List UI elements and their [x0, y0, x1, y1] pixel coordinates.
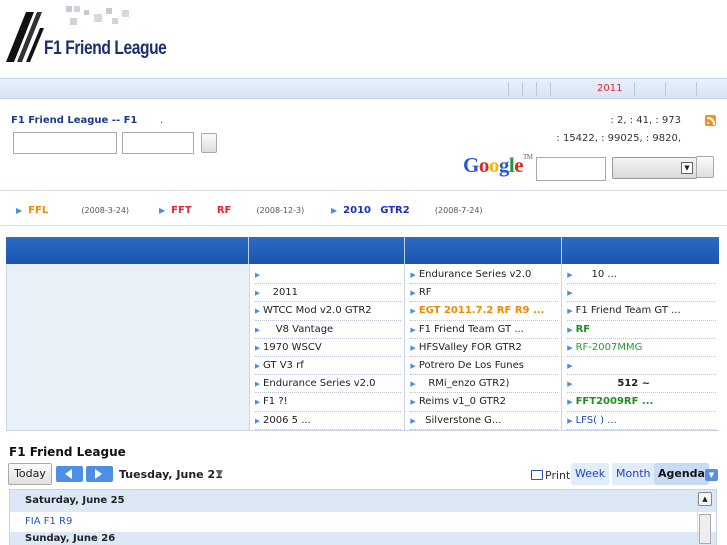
table-side-cell: [7, 264, 250, 430]
current-date: Tuesday, June 21: [119, 468, 223, 481]
rss-icon[interactable]: [705, 115, 716, 126]
arrow-right-icon: ▶: [331, 206, 338, 215]
today-button[interactable]: Today: [8, 463, 52, 485]
prev-period-button[interactable]: [56, 466, 83, 482]
login-button[interactable]: [201, 133, 217, 153]
table-header: [6, 237, 719, 264]
google-search-input[interactable]: [536, 157, 606, 181]
chevron-down-icon[interactable]: ▼: [705, 469, 718, 481]
news-label-suffix: RF: [216, 205, 232, 216]
list-item[interactable]: ▶ HFSValley FOR GTR2: [410, 339, 559, 357]
site-title-suffix: .: [160, 115, 164, 126]
agenda-event[interactable]: FIA F1 R9: [10, 512, 716, 532]
news-item-2010[interactable]: ▶ 2010 GTR2 (2008-7-24): [331, 205, 483, 216]
google-search-button[interactable]: [696, 156, 714, 178]
google-logo: GoogleTM: [463, 153, 533, 177]
print-icon: [531, 470, 543, 480]
list-item[interactable]: ▶ Endurance Series v2.0: [254, 375, 402, 394]
news-label-suffix: GTR2: [380, 205, 410, 216]
tab-month[interactable]: Month: [612, 463, 655, 485]
logo-text: F1 Friend League: [44, 38, 167, 59]
chevron-right-icon: [95, 469, 102, 479]
news-date: (2008-12-3): [256, 206, 305, 215]
list-item[interactable]: ▶ 10 ...: [567, 266, 716, 285]
list-item[interactable]: ▶ Endurance Series v2.0: [410, 266, 559, 285]
list-item[interactable]: ▶ FFT2009RF ...: [567, 393, 716, 412]
list-item[interactable]: ▶ 512 ~: [567, 375, 716, 394]
list-item[interactable]: ▶ RF: [567, 321, 716, 339]
table-column-2: ▶ Endurance Series v2.0 ▶ RF ▶ EGT 2011.7.2…: [405, 264, 563, 430]
google-tm: TM: [523, 153, 533, 161]
news-label: FFL: [28, 205, 49, 216]
list-item[interactable]: ▶ LFS( ) ...: [567, 412, 716, 430]
divider: [0, 190, 727, 191]
chevron-left-icon: [65, 469, 72, 479]
site-stats-line2: : 15422, : 99025, : 9820,: [556, 133, 681, 144]
google-search-scope-select[interactable]: ▼: [612, 157, 697, 179]
list-item[interactable]: ▶ V8 Vantage: [254, 321, 402, 339]
username-input[interactable]: [13, 132, 117, 154]
list-item[interactable]: ▶ RMi_enzo GTR2): [410, 375, 559, 394]
news-item-fft[interactable]: ▶ FFT RF (2008-12-3): [159, 205, 304, 216]
download-table: ▶ ▶ 2011 ▶ WTCC Mod v2.0 GTR2 ▶ V8 Vantag…: [6, 237, 719, 431]
list-item[interactable]: ▶ 1970 WSCV: [254, 339, 402, 357]
divider: [0, 225, 727, 226]
list-item[interactable]: ▶: [567, 357, 716, 376]
list-item[interactable]: ▶ F1 Friend Team GT ...: [410, 321, 559, 339]
next-period-button[interactable]: [86, 466, 113, 482]
list-item[interactable]: ▶: [567, 284, 716, 303]
tab-agenda[interactable]: Agenda: [654, 463, 709, 485]
site-logo[interactable]: F1 Friend League: [4, 4, 167, 64]
nav-item-year[interactable]: 2011: [597, 83, 622, 94]
list-item[interactable]: ▶ 2006 5 ...: [254, 412, 402, 430]
agenda-scrollbar[interactable]: ▲: [697, 492, 712, 545]
news-date: (2008-3-24): [81, 206, 130, 215]
print-label: Print: [545, 469, 571, 482]
arrow-right-icon: ▶: [159, 206, 166, 215]
calendar-title: F1 Friend League: [9, 445, 126, 459]
news-label: FFT: [171, 205, 192, 216]
list-item[interactable]: ▶ RF: [410, 284, 559, 303]
agenda-day-heading: Sunday, June 26: [10, 532, 716, 545]
table-body: ▶ ▶ 2011 ▶ WTCC Mod v2.0 GTR2 ▶ V8 Vantag…: [6, 264, 719, 431]
date-picker-dropdown[interactable]: ▼: [216, 469, 223, 479]
list-item[interactable]: ▶ WTCC Mod v2.0 GTR2: [254, 302, 402, 321]
list-item[interactable]: ▶ Silverstone G...: [410, 412, 559, 430]
list-item[interactable]: ▶ RF-2007MMG: [567, 339, 716, 357]
site-title: F1 Friend League -- F1: [11, 115, 138, 126]
agenda-panel: Saturday, June 25 FIA F1 R9 Sunday, June…: [9, 489, 717, 545]
list-item[interactable]: ▶ Potrero De Los Funes: [410, 357, 559, 376]
list-item[interactable]: ▶ Reims v1_0 GTR2: [410, 393, 559, 412]
table-column-1: ▶ ▶ 2011 ▶ WTCC Mod v2.0 GTR2 ▶ V8 Vantag…: [250, 264, 406, 430]
list-item[interactable]: ▶ GT V3 rf: [254, 357, 402, 376]
scroll-thumb[interactable]: [699, 514, 711, 544]
nav-separators: [508, 82, 564, 96]
password-input[interactable]: [122, 132, 194, 154]
list-item-highlight[interactable]: ▶ EGT 2011.7.2 RF R9 ...: [410, 302, 559, 321]
news-date: (2008-7-24): [434, 206, 483, 215]
agenda-day-heading: Saturday, June 25: [10, 490, 716, 512]
tab-week[interactable]: Week: [571, 463, 610, 485]
list-item[interactable]: ▶ 2011: [254, 284, 402, 303]
site-stats-line1: : 2, : 41, : 973: [610, 115, 681, 126]
news-label: 2010: [343, 205, 371, 216]
arrow-right-icon: ▶: [16, 206, 23, 215]
list-item[interactable]: ▶ F1 ?!: [254, 393, 402, 412]
main-nav-bar: 2011: [0, 78, 727, 99]
scroll-up-icon[interactable]: ▲: [698, 492, 712, 506]
nav-separators-right: [634, 82, 727, 96]
list-item[interactable]: ▶: [254, 266, 402, 285]
chevron-down-icon: ▼: [681, 162, 693, 174]
table-column-3: ▶ 10 ... ▶ ▶ F1 Friend Team GT ... ▶ RF ▶ R…: [562, 264, 719, 430]
news-item-ffl[interactable]: ▶ FFL (2008-3-24): [16, 205, 129, 216]
list-item[interactable]: ▶ F1 Friend Team GT ...: [567, 302, 716, 321]
